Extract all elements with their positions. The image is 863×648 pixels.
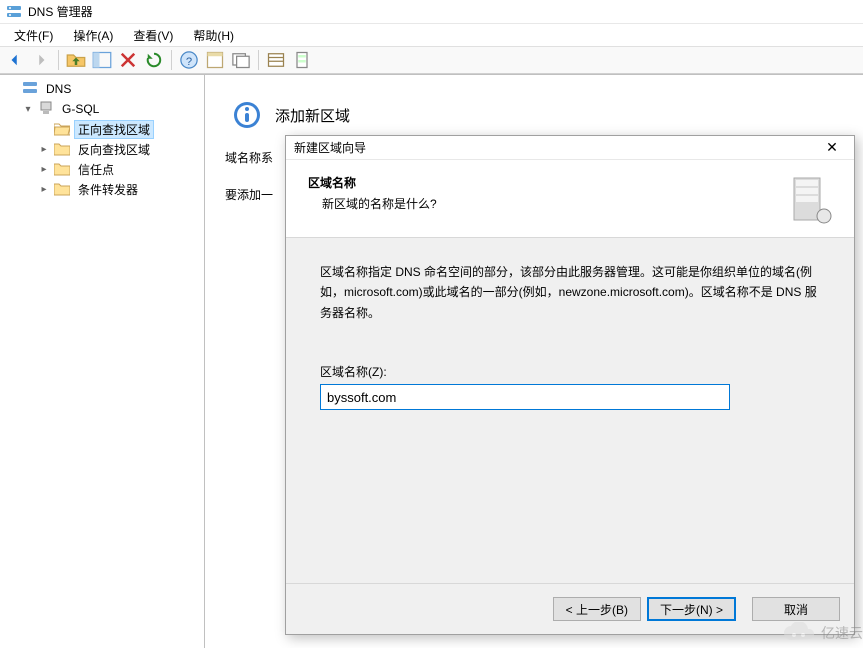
chevron-down-icon: ▾ bbox=[22, 103, 34, 115]
nav-forward-button[interactable] bbox=[30, 49, 52, 71]
expander-placeholder bbox=[38, 123, 50, 135]
main-split: DNS ▾ G-SQL bbox=[0, 74, 863, 648]
tree-label: DNS bbox=[42, 82, 75, 96]
zone-name-input[interactable] bbox=[320, 384, 730, 410]
menu-bar: 文件(F) 操作(A) 查看(V) 帮助(H) bbox=[0, 24, 863, 46]
folder-icon bbox=[54, 162, 70, 176]
dns-root-icon bbox=[22, 80, 38, 99]
tool-bar: ? bbox=[0, 46, 863, 74]
wizard-header-title: 区域名称 bbox=[308, 174, 788, 191]
wizard-header-text: 区域名称 新区域的名称是什么? bbox=[308, 174, 788, 212]
content-pane: 添加新区域 域名称系 要添加一 新建区域向导 ✕ 区域名称 新区域的名称是什么? bbox=[205, 75, 863, 648]
tree-label: 信任点 bbox=[74, 161, 118, 178]
wizard-description: 区域名称指定 DNS 命名空间的部分，该部分由此服务器管理。这可能是你组织单位的… bbox=[320, 262, 820, 323]
menu-view[interactable]: 查看(V) bbox=[123, 25, 183, 46]
info-icon bbox=[231, 99, 263, 131]
new-window-icon[interactable] bbox=[230, 49, 252, 71]
tree-trust-points[interactable]: ▸ 信任点 bbox=[34, 159, 204, 179]
next-button[interactable]: 下一步(N) > bbox=[647, 597, 736, 621]
toolbar-separator bbox=[171, 50, 172, 70]
list-icon[interactable] bbox=[265, 49, 287, 71]
chevron-right-icon: ▸ bbox=[38, 183, 50, 195]
tree-root-dns[interactable]: DNS bbox=[2, 79, 204, 99]
folder-icon bbox=[54, 182, 70, 196]
filter-icon[interactable] bbox=[291, 49, 313, 71]
tree-forward-lookup[interactable]: 正向查找区域 bbox=[34, 119, 204, 139]
wizard-header-sub: 新区域的名称是什么? bbox=[308, 195, 788, 212]
svg-text:?: ? bbox=[186, 56, 192, 68]
properties-icon[interactable] bbox=[204, 49, 226, 71]
zone-name-label: 区域名称(Z): bbox=[320, 363, 820, 380]
menu-file[interactable]: 文件(F) bbox=[4, 25, 63, 46]
wizard-header: 区域名称 新区域的名称是什么? bbox=[286, 160, 854, 237]
close-icon: ✕ bbox=[826, 139, 838, 155]
folder-open-icon bbox=[54, 122, 70, 136]
wizard-title: 新建区域向导 bbox=[294, 139, 366, 156]
server-icon bbox=[38, 100, 54, 119]
folder-icon bbox=[54, 142, 70, 156]
menu-help[interactable]: 帮助(H) bbox=[183, 25, 244, 46]
toolbar-separator bbox=[258, 50, 259, 70]
tree-label: 正向查找区域 bbox=[74, 120, 154, 139]
content-heading: 添加新区域 bbox=[275, 105, 350, 126]
chevron-right-icon: ▸ bbox=[38, 143, 50, 155]
tree-label: 反向查找区域 bbox=[74, 141, 154, 158]
tree-server[interactable]: ▾ G-SQL bbox=[18, 99, 204, 119]
refresh-icon[interactable] bbox=[143, 49, 165, 71]
tree-label: G-SQL bbox=[58, 102, 103, 116]
tree-conditional-forwarders[interactable]: ▸ 条件转发器 bbox=[34, 179, 204, 199]
cancel-button[interactable]: 取消 bbox=[752, 597, 840, 621]
menu-action[interactable]: 操作(A) bbox=[63, 25, 123, 46]
show-hide-tree-icon[interactable] bbox=[91, 49, 113, 71]
close-button[interactable]: ✕ bbox=[818, 139, 846, 156]
content-heading-row: 添加新区域 bbox=[231, 99, 843, 131]
tree-pane: DNS ▾ G-SQL bbox=[0, 75, 205, 648]
wizard-body: 区域名称指定 DNS 命名空间的部分，该部分由此服务器管理。这可能是你组织单位的… bbox=[286, 237, 854, 584]
tree-label: 条件转发器 bbox=[74, 181, 142, 198]
chevron-down-icon bbox=[6, 83, 18, 95]
wizard-header-art-icon bbox=[788, 174, 832, 227]
window-title: DNS 管理器 bbox=[28, 3, 93, 20]
toolbar-separator bbox=[58, 50, 59, 70]
tree-reverse-lookup[interactable]: ▸ 反向查找区域 bbox=[34, 139, 204, 159]
tree: DNS ▾ G-SQL bbox=[0, 79, 204, 199]
chevron-right-icon: ▸ bbox=[38, 163, 50, 175]
folder-up-icon[interactable] bbox=[65, 49, 87, 71]
help-icon[interactable]: ? bbox=[178, 49, 200, 71]
dns-app-icon bbox=[6, 4, 22, 20]
nav-back-button[interactable] bbox=[4, 49, 26, 71]
title-bar: DNS 管理器 bbox=[0, 0, 863, 24]
wizard-titlebar: 新建区域向导 ✕ bbox=[286, 136, 854, 160]
wizard-button-row: < 上一步(B) 下一步(N) > 取消 bbox=[286, 584, 854, 634]
delete-icon[interactable] bbox=[117, 49, 139, 71]
new-zone-wizard-dialog: 新建区域向导 ✕ 区域名称 新区域的名称是什么? bbox=[285, 135, 855, 635]
back-button[interactable]: < 上一步(B) bbox=[553, 597, 641, 621]
